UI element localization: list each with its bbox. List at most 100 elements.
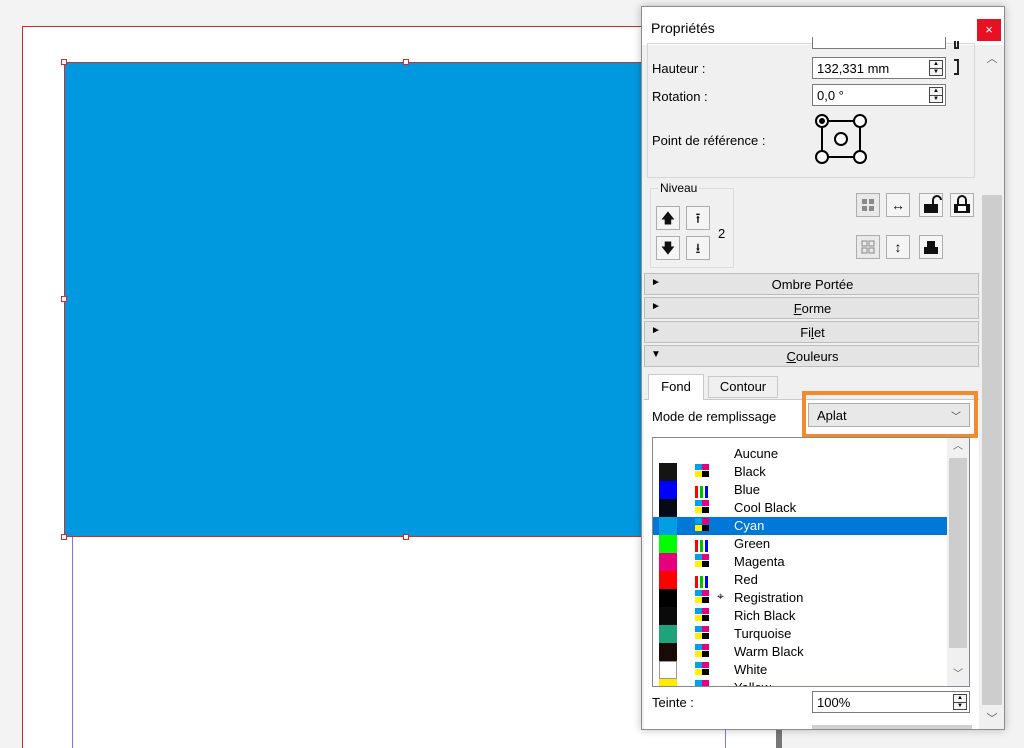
height-value: 132,331 mm [817,61,890,76]
rotation-value: 0,0 ° [817,88,844,103]
scroll-down-icon[interactable]: ﹀ [980,709,1004,729]
swatch-name: Blue [734,482,761,497]
cmyk-icon [695,590,715,606]
tab-fond[interactable]: Fond [648,374,704,400]
swatch-row[interactable]: Warm Black [653,643,947,661]
height-label: Hauteur : [652,61,706,76]
group-button[interactable] [856,193,880,217]
arrow-up-icon: 🡅 [660,210,676,226]
section-ombre-portee[interactable]: ► Ombre Portée [644,273,979,295]
section-forme[interactable]: ► Forme [644,297,979,319]
swatch-name: Yellow [734,680,771,686]
lower-to-bottom-button[interactable]: ⭳ [686,236,710,260]
tint-field[interactable]: 100% ▲ ▼ [812,691,970,713]
level-count: 2 [718,226,726,241]
unlock-icon [924,195,942,213]
raise-level-button[interactable]: 🡅 [656,206,680,230]
swatch-row[interactable]: White [653,661,947,679]
ungroup-icon [861,240,875,254]
color-swatch [659,553,677,571]
level-group-label: Niveau [658,181,700,195]
highlight-box [802,391,978,438]
color-swatch [659,571,677,589]
swatch-row[interactable]: Blue [653,481,947,499]
scroll-thumb[interactable] [982,195,1002,705]
section-title: Forme [793,301,832,316]
swatch-name: Rich Black [734,608,796,623]
ungroup-button[interactable] [856,235,880,259]
raise-to-top-button[interactable]: ⭱ [686,206,710,230]
scroll-up-icon[interactable]: ︿ [947,438,969,456]
resize-handle[interactable] [403,534,409,540]
color-swatch [659,643,677,661]
swatch-row[interactable]: Black [653,463,947,481]
swatch-name: Aucune [734,446,779,461]
tab-contour[interactable]: Contour [708,376,778,398]
section-couleurs[interactable]: ▼ Couleurs [644,345,979,367]
swatch-name: Turquoise [734,626,792,641]
swatch-name: Cool Black [734,500,797,515]
rotation-label: Rotation : [652,89,708,104]
section-filet[interactable]: ► Filet [644,321,979,343]
swatch-name: Warm Black [734,644,804,659]
properties-panel: Propriétés × Hauteur : 132,331 mm ▲ ▼ Rot… [641,6,1005,730]
cmyk-icon [695,518,715,534]
lock-size-button[interactable] [950,193,974,217]
swatch-row[interactable]: Turquoise [653,625,947,643]
scroll-thumb[interactable] [949,458,967,648]
cmyk-icon [695,608,715,624]
swatch-row[interactable]: Magenta [653,553,947,571]
swatch-row[interactable]: Aucune [653,445,947,463]
link-icon[interactable] [954,41,959,49]
flip-horizontal-icon: ↔ [891,197,905,213]
panel-scrollbar[interactable]: ︿ ﹀ [980,45,1004,729]
rotation-field[interactable]: 0,0 ° ▲ ▼ [812,84,946,106]
swatch-row[interactable]: Cyan [653,517,947,535]
scroll-down-icon[interactable]: ﹀ [947,666,969,684]
swatch-row[interactable]: Rich Black [653,607,947,625]
close-button[interactable]: × [977,19,1001,41]
swatch-name: Green [734,536,771,551]
swatch-row[interactable]: ⌖ Registration [653,589,947,607]
link-bracket-icon [954,59,959,75]
resize-handle[interactable] [61,534,67,540]
printable-button[interactable] [919,235,943,259]
next-field-edge [812,725,972,729]
height-field[interactable]: 132,331 mm ▲ ▼ [812,57,946,79]
flip-vertical-button[interactable]: ↕ [886,235,910,259]
swatch-name: Magenta [734,554,785,569]
rotation-spinner[interactable]: ▲ ▼ [929,87,943,103]
swatch-name: Red [734,572,758,587]
scroll-up-icon[interactable]: ︿ [980,49,1004,69]
resize-handle[interactable] [403,59,409,65]
swatch-name: Black [734,464,766,479]
fill-mode-label: Mode de remplissage [652,409,777,424]
close-icon: × [985,22,993,37]
tint-label: Teinte : [652,695,694,710]
flip-horizontal-button[interactable]: ↔ [886,193,910,217]
swatch-row[interactable]: Cool Black [653,499,947,517]
registration-icon: ⌖ [717,589,724,603]
swatch-name: Registration [734,590,804,605]
reference-point-icon[interactable] [814,111,870,167]
list-scrollbar[interactable]: ︿ ﹀ [947,438,969,686]
cmyk-icon [695,626,715,642]
lock-button[interactable] [919,193,943,217]
color-swatch [659,607,677,625]
color-swatch [659,679,677,686]
width-field[interactable] [812,37,946,49]
swatch-row[interactable]: Yellow [653,679,947,686]
margin-guide [72,535,73,748]
lower-level-button[interactable]: 🡇 [656,236,680,260]
cmyk-icon [695,680,715,686]
tint-spinner[interactable]: ▲ ▼ [953,694,967,710]
resize-handle[interactable] [61,296,67,302]
swatch-list[interactable]: Aucune Black Blue Cool Black Cyan Green Magent… [652,437,970,687]
resize-handle[interactable] [61,59,67,65]
arrow-to-top-icon: ⭱ [695,210,701,226]
swatch-row[interactable]: Green [653,535,947,553]
swatch-row[interactable]: Red [653,571,947,589]
cmyk-icon [695,464,715,480]
height-spinner[interactable]: ▲ ▼ [929,60,943,76]
arrow-down-icon: 🡇 [660,240,676,256]
